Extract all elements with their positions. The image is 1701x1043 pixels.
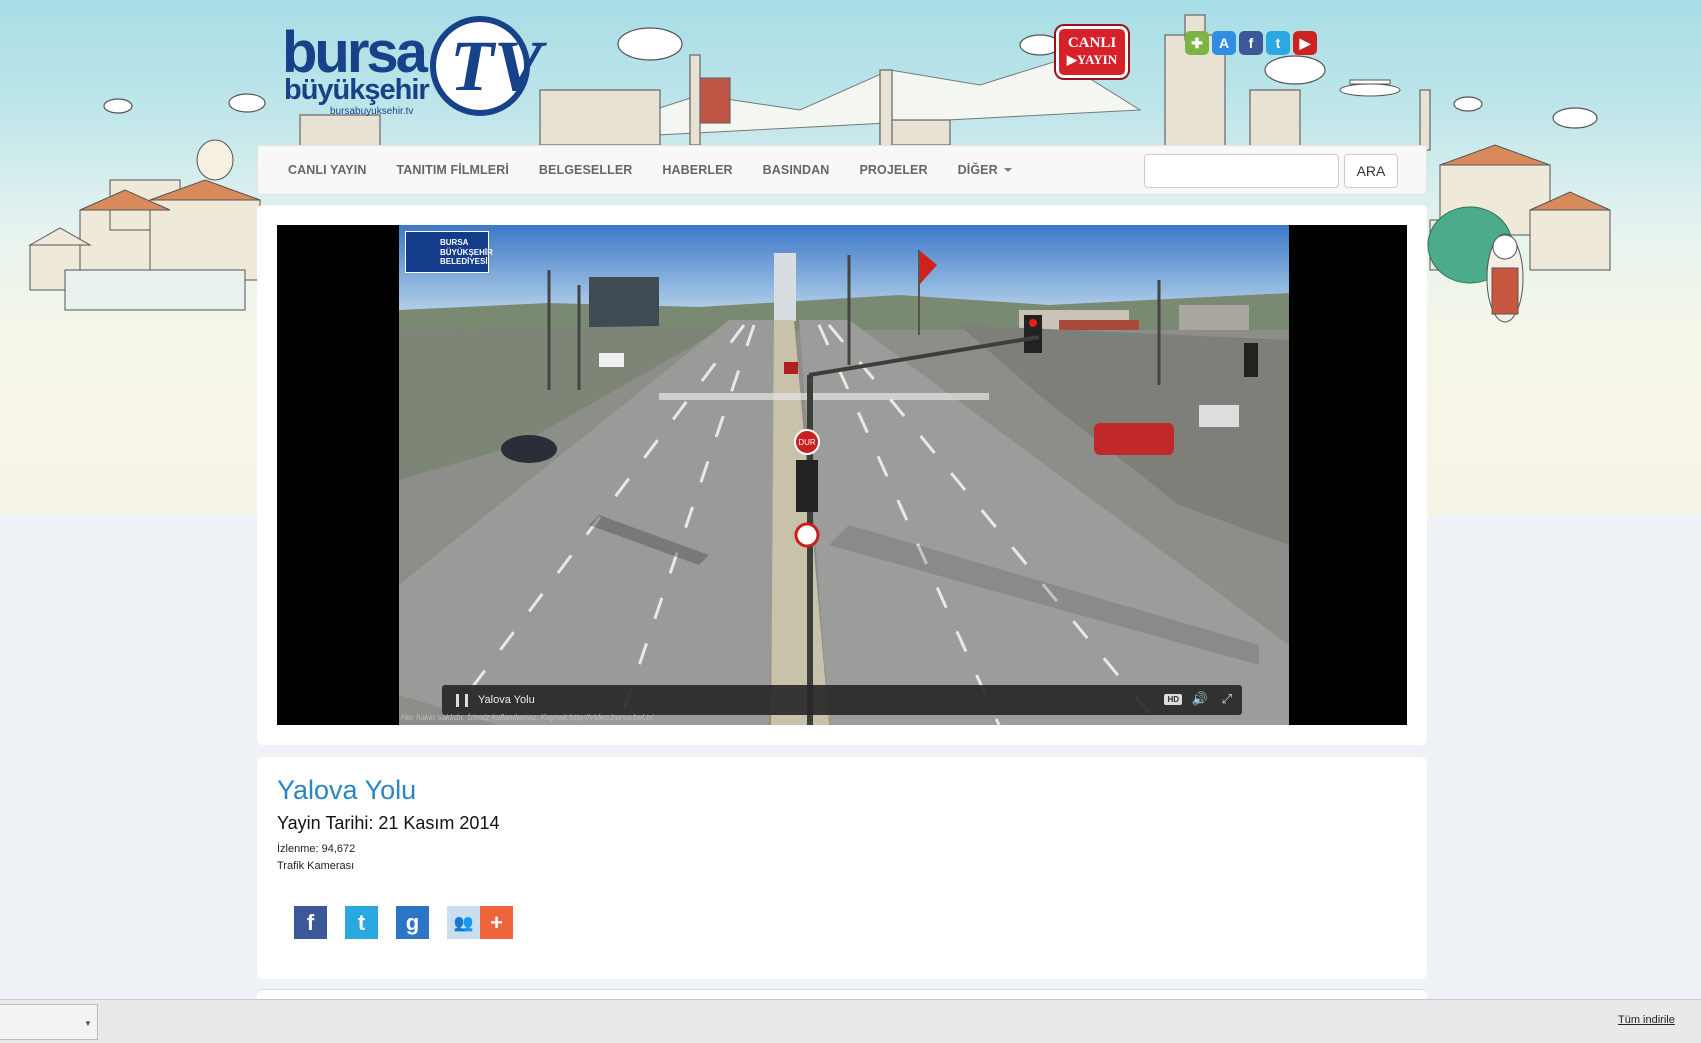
live-badge-line1: CANLI — [1067, 35, 1117, 51]
nav-item-diger[interactable]: DİĞER — [943, 145, 1027, 195]
download-item[interactable]: ▼ — [0, 1004, 98, 1040]
pause-icon[interactable] — [456, 693, 468, 707]
nav-menu: CANLI YAYIN TANITIM FİLMLERİ BELGESELLER… — [258, 145, 1027, 195]
caret-down-icon — [1003, 168, 1012, 172]
share-twitter-icon[interactable]: t — [345, 906, 378, 939]
broadcast-date: Yayin Tarihi: 21 Kasım 2014 — [277, 813, 500, 833]
video-panel: DUR BURSA BÜYÜKŞEHİR BELEDİYESİ Yalova Y… — [257, 205, 1427, 745]
twitter-icon[interactable]: t — [1266, 31, 1290, 55]
downloads-bar: ▼ Tüm indirile — [0, 999, 1701, 1043]
logo-tv-mark: TV — [450, 26, 543, 106]
search-button[interactable]: ARA — [1344, 154, 1398, 188]
share-more-icon[interactable]: + — [480, 906, 513, 939]
fullscreen-icon[interactable]: ⤢ — [1222, 691, 1232, 707]
video-title-label: Yalova Yolu — [478, 694, 535, 706]
chevron-down-icon[interactable]: ▼ — [84, 1019, 92, 1028]
share-facebook-icon[interactable]: f — [294, 906, 327, 939]
video-player[interactable]: DUR BURSA BÜYÜKŞEHİR BELEDİYESİ Yalova Y… — [277, 225, 1407, 725]
video-info-panel: Yalova Yolu Yayin Tarihi: 21 Kasım 2014 … — [257, 757, 1427, 979]
nav-item-belgeseller[interactable]: BELGESELLER — [524, 145, 647, 195]
search-input[interactable] — [1144, 154, 1339, 188]
video-title: Yalova Yolu — [277, 775, 417, 805]
facebook-icon[interactable]: f — [1239, 31, 1263, 55]
logo-text-buyuksehir: büyükşehir — [284, 74, 430, 106]
main-navbar: CANLI YAYIN TANITIM FİLMLERİ BELGESELLER… — [257, 145, 1427, 195]
nav-item-diger-label: DİĞER — [957, 163, 998, 177]
video-category: Trafik Kamerası — [277, 860, 355, 872]
nav-item-basindan[interactable]: BASINDAN — [748, 145, 845, 195]
logo-url: bursabuyuksehir.tv — [330, 106, 414, 117]
traffic-camera-frame: DUR BURSA BÜYÜKŞEHİR BELEDİYESİ — [399, 225, 1289, 725]
appstore-icon[interactable]: A — [1212, 31, 1236, 55]
live-badge-line2-text: YAYIN — [1076, 52, 1118, 67]
share-myspace-icon[interactable]: 👥 — [447, 906, 480, 939]
stop-sign-text: DUR — [798, 438, 816, 447]
share-buttons: f t g 👥 + — [294, 906, 531, 939]
nav-item-canli-yayin[interactable]: CANLI YAYIN — [258, 145, 381, 195]
all-downloads-link[interactable]: Tüm indirile — [1618, 1014, 1675, 1026]
android-icon[interactable]: ✚ — [1185, 31, 1209, 55]
play-icon: ▶ — [1066, 52, 1077, 67]
hd-icon[interactable]: HD — [1164, 694, 1182, 705]
video-controls: Yalova Yolu HD 🔊 ⤢ — [442, 685, 1242, 715]
live-broadcast-badge[interactable]: CANLI ▶YAYIN — [1056, 26, 1128, 78]
site-logo[interactable]: TV bursa büyükşehir bursabuyuksehir.tv — [280, 16, 542, 124]
nav-item-tanitim-filmleri[interactable]: TANITIM FİLMLERİ — [381, 145, 523, 195]
traffic-scene-image: DUR — [399, 225, 1289, 725]
video-copyright: Her hakkı saklıdır. İzinsiz kullanılamaz… — [401, 713, 654, 722]
nav-item-projeler[interactable]: PROJELER — [844, 145, 942, 195]
view-count: İzlenme: 94,672 — [277, 843, 356, 855]
youtube-icon[interactable]: ▶ — [1293, 31, 1317, 55]
live-badge-line2: ▶YAYIN — [1059, 52, 1125, 68]
camera-logo: BURSA BÜYÜKŞEHİR BELEDİYESİ — [405, 231, 493, 273]
volume-icon[interactable]: 🔊 — [1192, 691, 1208, 707]
share-google-icon[interactable]: g — [396, 906, 429, 939]
social-links: ✚ Af t ▶ — [1185, 31, 1317, 55]
nav-item-haberler[interactable]: HABERLER — [647, 145, 747, 195]
